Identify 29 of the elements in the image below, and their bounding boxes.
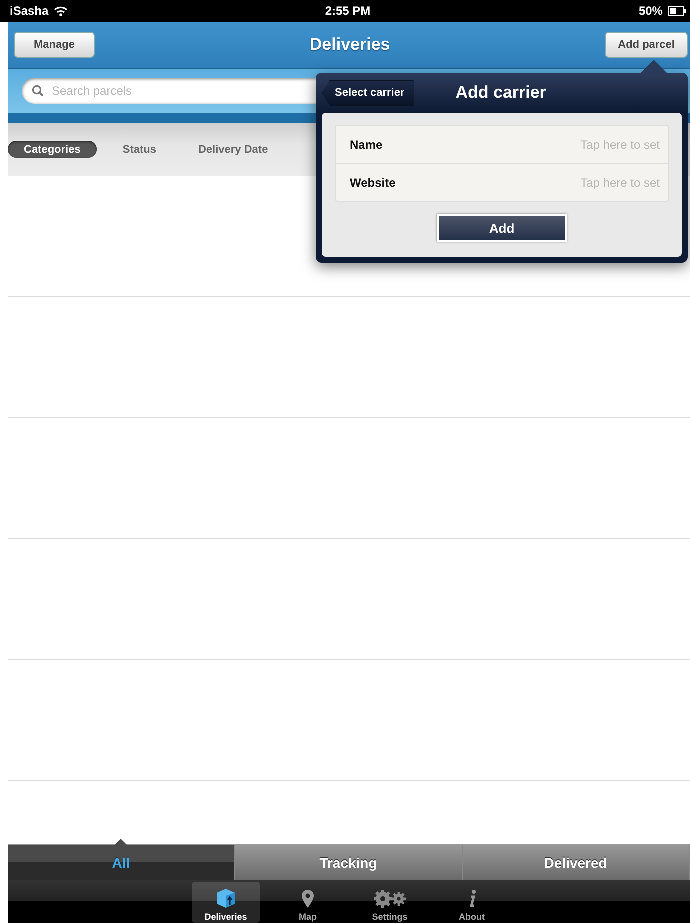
tab-bar-item[interactable]: Map (274, 882, 342, 923)
search-icon (32, 85, 44, 97)
wifi-icon (54, 6, 68, 16)
field-label: Website (350, 176, 397, 190)
manage-button[interactable]: Manage (14, 32, 95, 58)
carrier-name: iSasha (10, 4, 49, 18)
popover-title: Add carrier (456, 83, 546, 103)
map-pin-icon (301, 889, 315, 909)
add-parcel-button[interactable]: Add parcel (605, 32, 688, 58)
segment-pointer (115, 839, 128, 845)
tab-bar-item[interactable]: About (438, 882, 506, 923)
tab-bar-item[interactable]: Settings (356, 882, 424, 923)
clock: 2:55 PM (325, 4, 371, 18)
page-title: Deliveries (310, 35, 390, 55)
filter-tab[interactable]: Delivery Date (182, 141, 284, 158)
gears-icon (372, 889, 408, 909)
input-field[interactable]: Tap here to set (450, 174, 662, 190)
filter-tab[interactable]: Categories (8, 141, 97, 158)
tab-bar-item[interactable]: Deliveries (192, 882, 260, 923)
battery-percent: 50% (638, 4, 663, 18)
input-field[interactable]: Tap here to set (450, 136, 662, 152)
field-label: Name (350, 138, 384, 152)
back-button[interactable]: Select carrier (322, 80, 414, 106)
box-icon (215, 887, 237, 909)
add-button[interactable]: Add (437, 214, 567, 242)
battery-icon (668, 6, 686, 16)
segment-tab[interactable]: Tracking (235, 845, 463, 880)
segment-tab[interactable]: Delivered (462, 845, 690, 880)
filter-tab[interactable]: Status (106, 141, 172, 158)
